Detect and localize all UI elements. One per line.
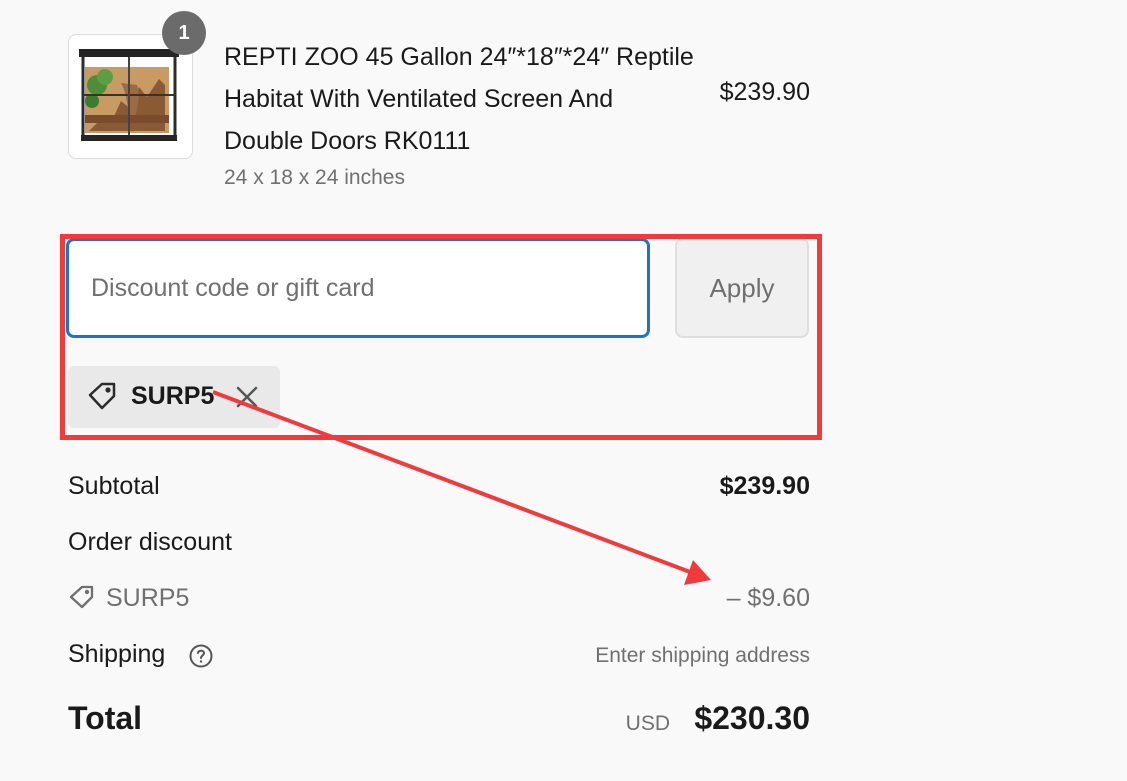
subtotal-label: Subtotal bbox=[68, 472, 160, 500]
product-thumbnail-image bbox=[79, 49, 179, 141]
annotation-highlight-box bbox=[60, 234, 822, 440]
order-discount-label: Order discount bbox=[68, 528, 232, 556]
quantity-badge: 1 bbox=[162, 11, 206, 55]
subtotal-value: $239.90 bbox=[719, 472, 810, 500]
shipping-label: Shipping bbox=[68, 640, 213, 669]
total-value: $230.30 bbox=[694, 700, 810, 736]
product-title: REPTI ZOO 45 Gallon 24″*18″*24″ Reptile … bbox=[224, 43, 694, 155]
help-circle-icon[interactable] bbox=[188, 643, 214, 669]
product-price: $239.90 bbox=[719, 78, 810, 106]
currency-code: USD bbox=[625, 712, 670, 735]
shipping-value: Enter shipping address bbox=[595, 644, 810, 667]
shipping-row: Shipping Enter shipping address bbox=[68, 640, 810, 680]
subtotal-row: Subtotal $239.90 bbox=[68, 472, 810, 512]
order-discount-row: Order discount bbox=[68, 528, 810, 568]
discount-code-text: SURP5 bbox=[106, 584, 190, 612]
product-variant: 24 x 18 x 24 inches bbox=[224, 166, 405, 189]
discount-code-row: SURP5 – $9.60 bbox=[68, 584, 810, 624]
tag-icon bbox=[69, 585, 94, 609]
total-row: Total USD $230.30 bbox=[68, 700, 810, 750]
total-label: Total bbox=[68, 700, 143, 736]
shipping-label-text: Shipping bbox=[68, 640, 166, 668]
discount-amount: – $9.60 bbox=[726, 584, 810, 612]
